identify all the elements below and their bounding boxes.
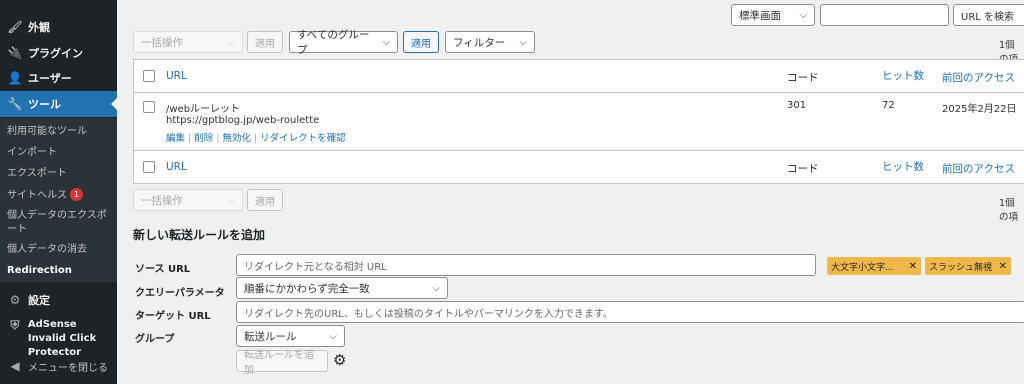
submenu-redirection[interactable]: Redirection (7, 264, 113, 278)
bulk-action-value: 一括操作 (141, 194, 183, 207)
filter-value: フィルター (453, 36, 506, 49)
apply-group-button[interactable]: 適用 (403, 31, 439, 53)
admin-sidebar: 🖌 外観 🔌 プラグイン 👤 ユーザー 🔧 ツール 利用可能なツール インポート… (0, 0, 117, 384)
check-redirect-action[interactable]: リダイレクトを確認 (260, 133, 346, 144)
menu-appearance[interactable]: 🖌 外観 (0, 14, 117, 40)
chevron-down-icon: ⌵ (382, 36, 390, 48)
table-header: URL コード ヒット数 前回のアクセス (134, 60, 1024, 93)
bulk-action-select[interactable]: 一括操作 ⌵ (133, 31, 243, 53)
chevron-down-icon: ⌵ (227, 194, 235, 206)
hits-column-header[interactable]: ヒット数 (882, 68, 924, 83)
apply-bulk-button-bottom[interactable]: 適用 (247, 189, 283, 211)
chevron-down-icon: ⌵ (227, 36, 235, 48)
source-url-link[interactable]: /webルーレット (166, 100, 240, 115)
menu-label: ユーザー (28, 72, 72, 85)
chevron-down-icon: ⌵ (519, 36, 527, 48)
last-access-column-header[interactable]: 前回のアクセス (942, 70, 1015, 85)
select-all-checkbox[interactable] (143, 161, 155, 173)
chevron-down-icon: ⌵ (329, 330, 337, 342)
submenu-available-tools[interactable]: 利用可能なツール (7, 125, 113, 139)
item-count-bottom: 1個の項 (999, 198, 1019, 223)
select-all-checkbox[interactable] (143, 70, 155, 82)
hits-column-footer[interactable]: ヒット数 (882, 159, 924, 174)
chevron-down-icon: ⌵ (432, 282, 440, 294)
code-cell: 301 (787, 100, 807, 111)
menu-label: メニューを閉じる (28, 362, 108, 374)
menu-tools[interactable]: 🔧 ツール (0, 91, 117, 117)
collapse-icon: ◀ (10, 359, 20, 373)
view-mode-select[interactable]: 標準画面 ⌵ (731, 4, 815, 26)
bulk-action-value: 一括操作 (141, 36, 183, 49)
group-select[interactable]: 転送ルール ⌵ (236, 325, 345, 347)
submenu-export[interactable]: エクスポート (7, 167, 113, 181)
group-label: グループ (135, 334, 175, 345)
group-filter-value: すべてのグループ (297, 29, 370, 56)
query-params-select[interactable]: 順番にかかわらず完全一致 ⌵ (236, 277, 448, 299)
menu-label: 設定 (28, 294, 50, 307)
tag-label: 大文字小文字... (831, 262, 894, 273)
plugin-icon: 🔌 (7, 46, 23, 60)
tag-label: スラッシュ無視 (929, 262, 993, 273)
menu-label: ツール (28, 98, 61, 111)
ignore-slash-tag[interactable]: スラッシュ無視 ✕ (925, 257, 1011, 275)
disable-action[interactable]: 無効化 (222, 133, 251, 144)
last-access-cell: 2025年2月22日 (942, 104, 1017, 115)
remove-tag-icon[interactable]: ✕ (999, 261, 1007, 272)
query-params-label: クエリーパラメータ (135, 288, 225, 299)
chevron-down-icon: ⌵ (799, 9, 807, 21)
target-url: https://gptblog.jp/web-roulette (166, 115, 320, 126)
edit-action[interactable]: 編集 (166, 133, 185, 144)
row-actions: 編集 | 削除 | 無効化 | リダイレクトを確認 (166, 133, 346, 144)
menu-adsense-protector[interactable]: ⛨ AdSense Invalid Click Protector (0, 318, 117, 358)
settings-icon: ⚙ (9, 293, 21, 307)
apply-bulk-button[interactable]: 適用 (247, 31, 283, 53)
source-url-label: ソース URL (135, 264, 191, 275)
delete-action[interactable]: 削除 (194, 133, 213, 144)
hits-cell: 72 (882, 100, 895, 111)
add-rule-title: 新しい転送ルールを追加 (133, 228, 266, 242)
user-icon: 👤 (7, 71, 23, 85)
table-row: /webルーレット https://gptblog.jp/web-roulett… (134, 93, 1024, 150)
shield-icon: ⛨ (10, 318, 20, 332)
view-mode-value: 標準画面 (739, 9, 781, 22)
gear-icon[interactable]: ⚙ (333, 351, 346, 369)
redirects-table: URL コード ヒット数 前回のアクセス /webルーレット https://g… (133, 59, 1024, 184)
menu-users[interactable]: 👤 ユーザー (0, 65, 117, 91)
code-column-header: コード (787, 72, 819, 84)
url-column-header[interactable]: URL (166, 70, 187, 82)
search-input[interactable] (820, 4, 949, 26)
submenu-import[interactable]: インポート (7, 146, 113, 160)
source-url-input[interactable]: リダイレクト元となる相対 URL (236, 254, 816, 276)
menu-label: 外観 (28, 21, 50, 34)
submenu-export-personal-data[interactable]: 個人データのエクスポート (7, 209, 113, 237)
wrench-icon: 🔧 (7, 97, 23, 111)
target-url-label: ターゲット URL (135, 311, 211, 322)
group-value: 転送ルール (244, 330, 297, 343)
add-rule-button[interactable]: 転送ルールを追加 (236, 350, 328, 376)
submenu-site-health[interactable]: サイトヘルス 1 (7, 188, 113, 203)
paintbrush-icon: 🖌 (7, 20, 23, 34)
main-content: 標準画面 ⌵ URL を検索 一括操作 ⌵ 適用 すべてのグループ ⌵ 適用 フ… (117, 0, 1024, 384)
url-column-footer[interactable]: URL (166, 161, 187, 173)
menu-label: プラグイン (28, 47, 83, 60)
target-url-input[interactable]: リダイレクト先のURL、もしくは投稿のタイトルやパーマリンクを入力できます。 (236, 301, 1024, 323)
notification-badge: 1 (70, 188, 83, 201)
group-filter-select[interactable]: すべてのグループ ⌵ (289, 29, 398, 56)
search-url-button[interactable]: URL を検索 (953, 4, 1024, 26)
code-column-footer: コード (787, 163, 819, 175)
submenu-label: サイトヘルス (7, 190, 67, 201)
query-params-value: 順番にかかわらず完全一致 (244, 282, 370, 295)
collapse-menu[interactable]: ◀ メニューを閉じる (0, 353, 117, 379)
row-checkbox[interactable] (143, 101, 155, 113)
filter-select[interactable]: フィルター ⌵ (445, 31, 535, 53)
tools-submenu: 利用可能なツール インポート エクスポート サイトヘルス 1 個人データのエクスポ… (0, 118, 117, 282)
table-footer: URL コード ヒット数 前回のアクセス (134, 150, 1024, 183)
case-insensitive-tag[interactable]: 大文字小文字... ✕ (827, 257, 921, 275)
menu-settings[interactable]: ⚙ 設定 (0, 287, 117, 313)
last-access-column-footer[interactable]: 前回のアクセス (942, 161, 1015, 176)
submenu-erase-personal-data[interactable]: 個人データの消去 (7, 243, 113, 257)
menu-plugins[interactable]: 🔌 プラグイン (0, 40, 117, 66)
bulk-action-select-bottom[interactable]: 一括操作 ⌵ (133, 189, 243, 211)
remove-tag-icon[interactable]: ✕ (909, 261, 917, 272)
